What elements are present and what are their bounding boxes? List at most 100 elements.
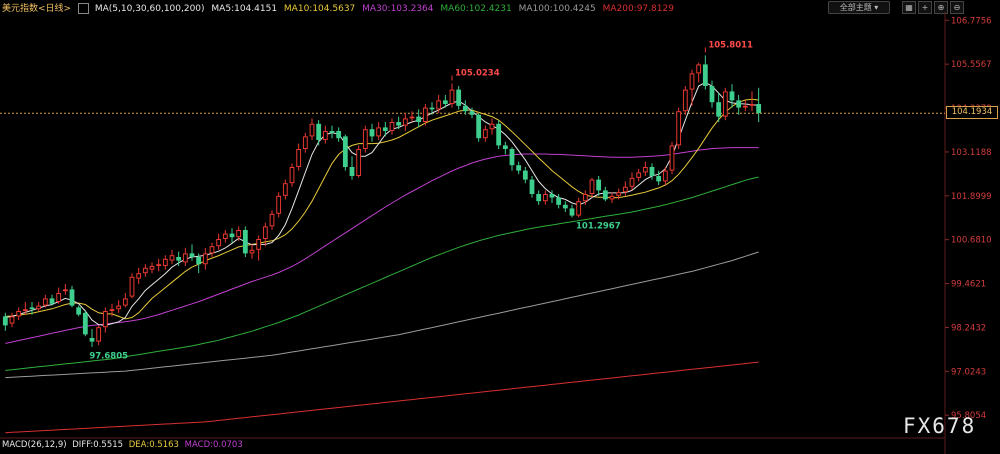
candle-body	[236, 230, 242, 238]
candle-body	[589, 179, 595, 195]
candle-body	[176, 257, 182, 261]
candle-body	[356, 149, 362, 176]
candle-body	[249, 249, 255, 254]
y-tick-label: 105.5567	[951, 60, 992, 70]
y-tick-label: 103.1188	[951, 148, 992, 158]
candle-body	[542, 194, 548, 202]
candle-body	[149, 266, 155, 270]
candle-body	[756, 104, 762, 113]
candle-body	[376, 127, 382, 137]
candle-body	[669, 145, 675, 171]
candle-body	[289, 167, 295, 184]
candle-body	[522, 170, 528, 180]
candle-body	[216, 239, 222, 247]
candle-body	[96, 327, 102, 342]
candle-body	[716, 102, 722, 117]
macd-header: MACD(26,12,9) DIFF:0.5515 DEA:0.5163 MAC…	[2, 440, 246, 450]
candle-body	[309, 123, 315, 137]
annotation-low-label: 101.2967	[576, 221, 621, 231]
candle-body	[682, 89, 688, 112]
macd-params: MACD(26,12,9)	[2, 440, 67, 450]
ma-line-ma60	[5, 176, 759, 371]
candle-body	[696, 64, 702, 74]
candle-body	[536, 194, 542, 202]
y-tick-label: 98.2432	[951, 323, 986, 333]
candle-body	[69, 289, 75, 306]
chart-root: 美元指数<日线> MA(5,10,30,60,100,200) MA5:104.…	[0, 0, 1000, 454]
candle-body	[9, 316, 15, 324]
candle-body	[429, 107, 435, 110]
candle-body	[42, 298, 48, 306]
candle-body	[89, 338, 95, 342]
macd-dea: DEA:0.5163	[128, 440, 179, 450]
candle-body	[322, 131, 328, 140]
candle-body	[502, 145, 508, 149]
candle-body	[749, 104, 755, 106]
candle-body	[456, 89, 462, 106]
candle-body	[449, 89, 455, 104]
candle-body	[122, 298, 128, 306]
candle-body	[462, 105, 468, 112]
candle-body	[436, 100, 442, 110]
candle-body	[476, 114, 482, 139]
ma-line-ma30	[5, 147, 759, 344]
candle-body	[729, 91, 735, 101]
y-tick-label: 99.4621	[951, 280, 986, 290]
y-tick-label: 106.7756	[951, 16, 992, 26]
candle-body	[36, 305, 42, 310]
candle-body	[56, 293, 62, 302]
candle-body	[109, 309, 115, 312]
candle-body	[262, 226, 268, 239]
candle-body	[642, 167, 648, 173]
candle-body	[442, 100, 448, 104]
candle-body	[162, 258, 168, 266]
candle-body	[562, 204, 568, 209]
candle-body	[302, 136, 308, 149]
candle-body	[616, 192, 622, 196]
candle-body	[76, 307, 82, 315]
candle-body	[742, 105, 748, 108]
candle-body	[296, 149, 302, 167]
candlestick-chart[interactable]: 106.7756105.5567104.3378103.1188101.8999…	[0, 0, 1000, 454]
candle-body	[516, 165, 522, 171]
candle-body	[316, 123, 322, 140]
candle-body	[622, 186, 628, 193]
candle-body	[156, 264, 162, 267]
candle-body	[422, 107, 428, 122]
candle-body	[29, 307, 35, 310]
candle-body	[629, 177, 635, 187]
candle-body	[662, 170, 668, 182]
y-tick-label: 97.0243	[951, 367, 986, 377]
candle-body	[582, 194, 588, 202]
current-price-tag: 104.1934	[946, 106, 998, 119]
candle-body	[636, 172, 642, 178]
candle-body	[676, 111, 682, 146]
candle-body	[82, 312, 88, 335]
candle-body	[242, 230, 248, 254]
candle-body	[362, 129, 368, 149]
candle-body	[342, 136, 348, 167]
candle-body	[489, 123, 495, 130]
candle-body	[129, 276, 135, 297]
candle-body	[569, 208, 575, 216]
candle-body	[256, 239, 262, 250]
candle-body	[689, 73, 695, 90]
candle-body	[282, 183, 288, 196]
candle-body	[382, 127, 388, 131]
candle-body	[22, 309, 28, 312]
candle-body	[709, 86, 715, 103]
candle-body	[196, 257, 202, 265]
candle-body	[496, 123, 502, 146]
candle-body	[722, 91, 728, 117]
y-tick-label: 100.6810	[951, 236, 992, 246]
candle-body	[202, 253, 208, 265]
annotation-high-label: 105.8011	[708, 40, 753, 50]
candle-body	[49, 298, 55, 304]
candle-body	[416, 116, 422, 122]
candle-body	[596, 179, 602, 191]
candle-body	[349, 167, 355, 176]
ma-line-ma5	[5, 81, 759, 326]
candle-body	[16, 311, 22, 317]
candle-body	[482, 129, 488, 139]
candle-body	[402, 118, 408, 126]
